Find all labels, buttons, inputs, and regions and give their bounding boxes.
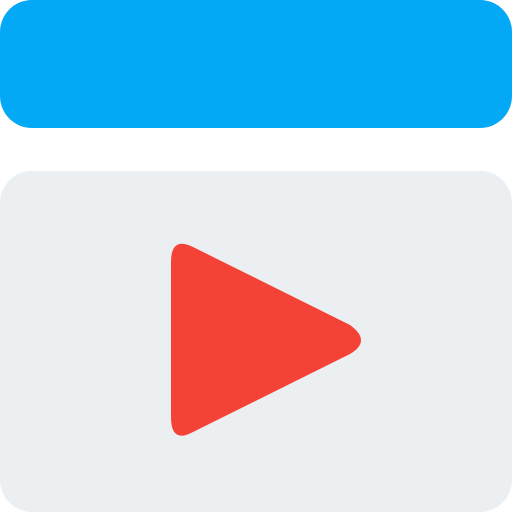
video-player-icon [0,0,512,512]
top-bar [0,0,512,128]
